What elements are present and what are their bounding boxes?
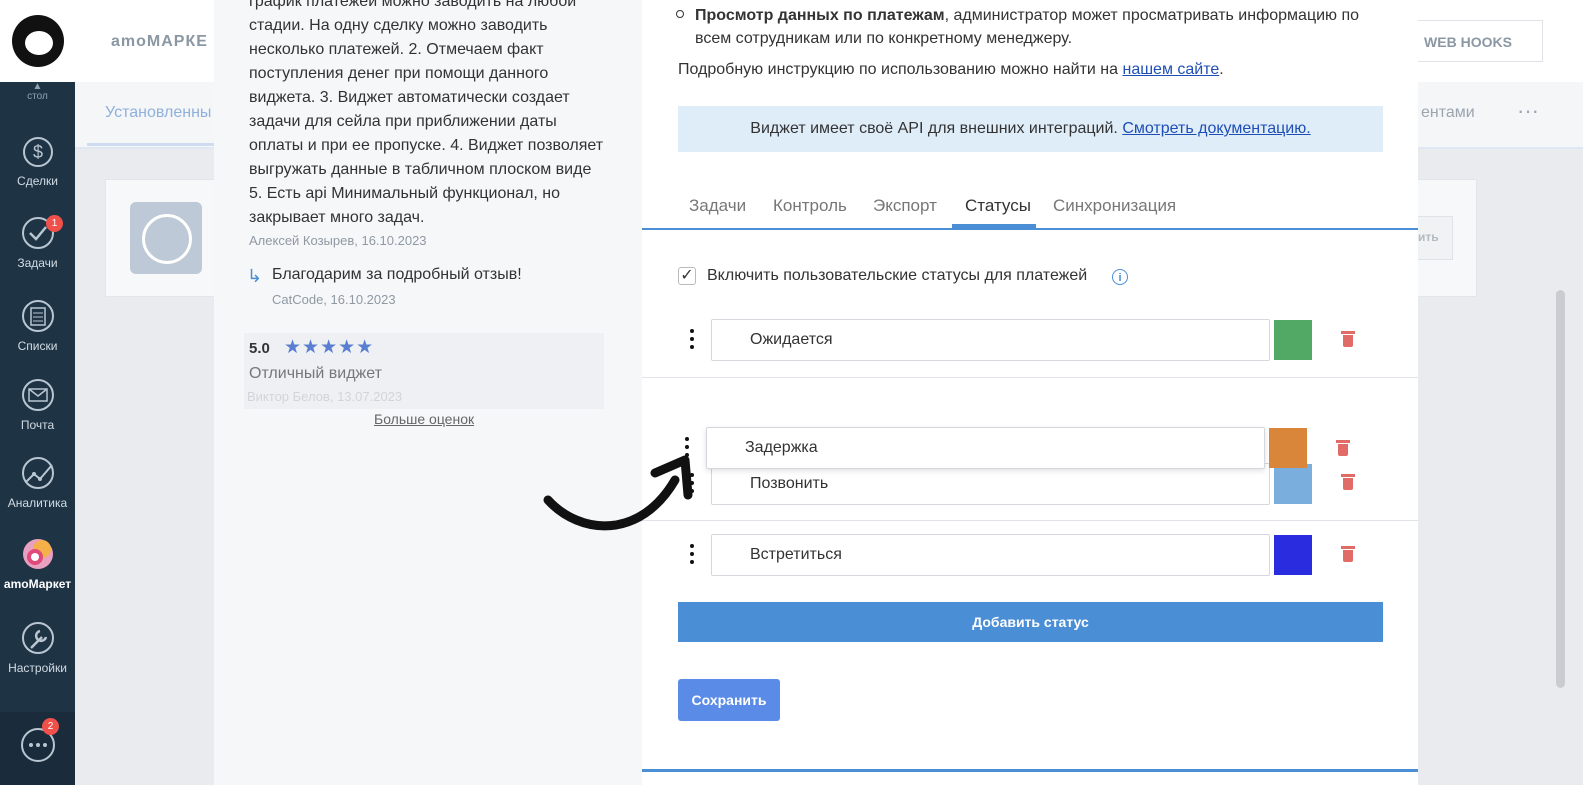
- sidebar-item-tasks[interactable]: Задачи: [0, 214, 75, 270]
- more-ratings-link[interactable]: Больше оценок: [374, 411, 474, 427]
- tab-sync[interactable]: Синхронизация: [1053, 196, 1176, 216]
- status-name-input[interactable]: Позвонить: [711, 463, 1270, 505]
- rating-title: Отличный виджет: [249, 365, 382, 382]
- row-separator: [642, 520, 1418, 521]
- bullet-icon: [676, 10, 684, 18]
- sidebar-item-label: Списки: [17, 339, 58, 353]
- api-docs-link[interactable]: Смотреть документацию.: [1122, 120, 1310, 137]
- status-color-swatch[interactable]: [1274, 535, 1312, 575]
- app-logo[interactable]: [0, 0, 75, 82]
- delete-status-trash-icon[interactable]: [1336, 440, 1350, 456]
- drag-handle-icon[interactable]: [688, 544, 696, 566]
- review-text: график платежей можно заводить на любой …: [249, 0, 604, 226]
- list-icon: [21, 300, 54, 332]
- delete-status-trash-icon[interactable]: [1341, 331, 1355, 347]
- sidebar-item-deals[interactable]: $ Сделки: [0, 132, 75, 188]
- instruction-text: Подробную инструкцию по использованию мо…: [678, 61, 1224, 79]
- chat-button[interactable]: [0, 712, 75, 785]
- reply-text: Благодарим за подробный отзыв!: [272, 266, 522, 283]
- sidebar-item-analytics[interactable]: Аналитика: [0, 454, 75, 510]
- drag-arrow-icon: [543, 455, 693, 531]
- dollar-icon: $: [22, 137, 53, 167]
- widget-card-button-label: ить: [1418, 230, 1439, 244]
- tab-installed-underline: [87, 143, 215, 146]
- status-color-swatch[interactable]: [1274, 320, 1312, 360]
- tab-statuses[interactable]: Статусы: [965, 196, 1031, 216]
- active-tab-underline: [952, 224, 1036, 228]
- mail-icon: [21, 379, 54, 411]
- row-separator: [642, 377, 1418, 378]
- save-button[interactable]: Сохранить: [678, 679, 780, 721]
- add-status-button[interactable]: Добавить статус: [678, 602, 1383, 642]
- sidebar-item-label: amoМаркет: [3, 577, 72, 591]
- instruction-suffix: .: [1219, 61, 1224, 78]
- widget-dollar-icon: [130, 202, 202, 274]
- instruction-prefix: Подробную инструкцию по использованию мо…: [678, 61, 1123, 78]
- delete-status-trash-icon[interactable]: [1341, 546, 1355, 562]
- bullet-text: Просмотр данных по платежам, администрат…: [695, 4, 1385, 50]
- bullet-bold: Просмотр данных по платежам: [695, 7, 945, 24]
- analytics-icon: [21, 457, 54, 489]
- api-text: Виджет имеет своё API для внешних интегр…: [750, 120, 1123, 137]
- sidebar-collapse[interactable]: ▲ стол: [0, 82, 75, 108]
- rating-score: 5.0: [249, 340, 270, 357]
- sidebar-item-label: Почта: [20, 418, 55, 432]
- sidebar-item-lists[interactable]: Списки: [0, 297, 75, 353]
- bottom-accent-line: [642, 769, 1418, 772]
- tab-export[interactable]: Экспорт: [873, 196, 937, 216]
- status-color-swatch[interactable]: [1274, 464, 1312, 504]
- chat-count-badge: 2: [42, 718, 59, 735]
- tab-control[interactable]: Контроль: [773, 196, 847, 216]
- wrench-icon: [21, 622, 54, 654]
- sidebar-item-label: Задачи: [17, 256, 58, 270]
- tab-installed[interactable]: Установленны: [105, 104, 211, 122]
- delete-status-trash-icon[interactable]: [1341, 474, 1355, 490]
- brand-title: amoМАРКЕ: [111, 33, 208, 50]
- sidebar-item-settings[interactable]: Настройки: [0, 619, 75, 675]
- sidebar-item-label: Сделки: [17, 174, 58, 188]
- dragged-status-name-input[interactable]: Задержка: [706, 427, 1265, 469]
- rating-stars-icon: ★★★★★: [284, 337, 375, 358]
- status-name-input[interactable]: Ожидается: [711, 319, 1270, 361]
- sidebar-item-label: Аналитика: [7, 496, 68, 510]
- sidebar-item-amomarket[interactable]: amoМаркет: [0, 535, 75, 591]
- collapse-label: стол: [27, 91, 48, 102]
- rating-author-faded: Виктор Белов, 13.07.2023: [247, 389, 403, 404]
- sidebar-item-label: Настройки: [8, 661, 67, 675]
- review-author: Алексей Козырев, 16.10.2023: [249, 233, 427, 248]
- sidebar-item-mail[interactable]: Почта: [0, 376, 75, 432]
- tab-tasks[interactable]: Задачи: [689, 196, 746, 216]
- info-icon[interactable]: i: [1112, 269, 1128, 285]
- cat-logo-icon: [11, 15, 64, 67]
- site-link[interactable]: нашем сайте: [1122, 61, 1219, 78]
- reply-author: CatCode, 16.10.2023: [272, 292, 396, 307]
- more-tabs-icon[interactable]: ···: [1517, 98, 1539, 124]
- page-scrollbar[interactable]: [1556, 290, 1565, 688]
- svg-text:$: $: [32, 142, 42, 162]
- api-info-box: Виджет имеет своё API для внешних интегр…: [678, 106, 1383, 152]
- tasks-count-badge: 1: [46, 215, 63, 232]
- custom-statuses-label: Включить пользовательские статусы для пл…: [707, 267, 1088, 284]
- custom-statuses-checkbox[interactable]: ✓: [678, 267, 696, 285]
- status-color-swatch[interactable]: [1269, 428, 1307, 468]
- tab-clients[interactable]: ентами: [1421, 104, 1475, 122]
- status-name-input[interactable]: Встретиться: [711, 534, 1270, 576]
- drag-handle-icon[interactable]: [688, 329, 696, 351]
- market-icon: [22, 539, 53, 569]
- reply-arrow-icon: ↳: [247, 266, 263, 286]
